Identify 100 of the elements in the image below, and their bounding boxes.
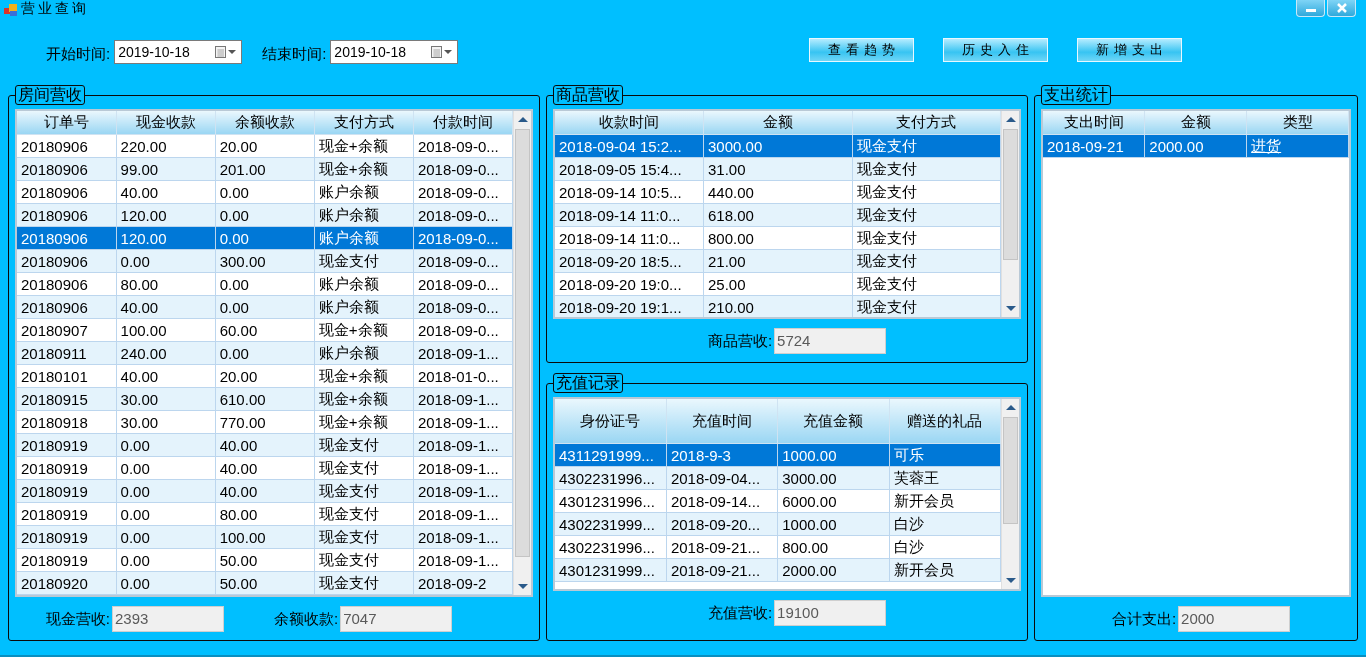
table-row[interactable]: 20180907 100.00 60.00 现金+余额 2018-09-0... <box>17 318 513 342</box>
table-row[interactable]: 2018-09-05 15:4... 31.00 现金支付 <box>555 157 1001 181</box>
summary-label: 商品营收: <box>707 331 773 351</box>
summary-field[interactable]: 19100 <box>774 600 887 626</box>
table-cell: 440.00 <box>703 180 852 204</box>
column-header[interactable]: 类型 <box>1246 111 1349 135</box>
close-button[interactable] <box>1327 0 1356 17</box>
table-row[interactable]: 20180918 30.00 770.00 现金+余额 2018-09-1... <box>17 410 513 434</box>
table-cell: 20180919 <box>17 456 117 480</box>
date-picker[interactable]: 2019-10-18 <box>330 40 459 64</box>
column-header[interactable]: 金额 <box>703 111 852 135</box>
table-link[interactable]: 进货 <box>1251 136 1282 154</box>
table-row[interactable]: 20180919 0.00 80.00 现金支付 2018-09-1... <box>17 502 513 526</box>
column-header[interactable]: 支出时间 <box>1043 111 1145 135</box>
table-row[interactable]: 20180919 0.00 50.00 现金支付 2018-09-1... <box>17 548 513 572</box>
table-row[interactable]: 2018-09-14 11:0... 618.00 现金支付 <box>555 203 1001 227</box>
table-row[interactable]: 20180911 240.00 0.00 账户余额 2018-09-1... <box>17 341 513 365</box>
table-row[interactable]: 4301231996... 2018-09-14... 6000.00 新开会员 <box>555 489 1001 513</box>
table-row[interactable]: 2018-09-20 19:0... 25.00 现金支付 <box>555 272 1001 296</box>
column-header[interactable]: 金额 <box>1144 111 1247 135</box>
summary-field[interactable]: 7047 <box>340 606 453 632</box>
table-cell: 0.00 <box>215 226 315 250</box>
scrollbar[interactable] <box>1001 399 1019 589</box>
table-cell: 2018-09-1... <box>413 502 513 526</box>
toolbar-button[interactable]: 历史入住 <box>943 38 1049 62</box>
table-cell: 20180906 <box>17 295 117 319</box>
table-row[interactable]: 2018-09-21 2000.00 进货 <box>1043 134 1349 158</box>
table-row[interactable]: 2018-09-14 11:0... 800.00 现金支付 <box>555 226 1001 250</box>
table-row[interactable]: 2018-09-20 19:1... 210.00 现金支付 <box>555 295 1001 317</box>
table-cell: 4311291999... <box>555 443 667 467</box>
table-cell: 现金支付 <box>852 157 1001 181</box>
table-cell: 21.00 <box>703 249 852 273</box>
table-row[interactable]: 4302231996... 2018-09-04... 3000.00 芙蓉王 <box>555 466 1001 490</box>
table-cell: 20180919 <box>17 525 117 549</box>
table-row[interactable]: 20180919 0.00 40.00 现金支付 2018-09-1... <box>17 456 513 480</box>
table-row[interactable]: 2018-09-04 15:2... 3000.00 现金支付 <box>555 134 1001 158</box>
table-cell: 2018-09-20 18:5... <box>555 249 704 273</box>
table-row[interactable]: 20180906 40.00 0.00 账户余额 2018-09-0... <box>17 180 513 204</box>
table-cell: 新开会员 <box>889 558 1001 582</box>
summary-label: 合计支出: <box>1111 609 1177 629</box>
column-header[interactable]: 付款时间 <box>413 111 513 135</box>
scrollbar[interactable] <box>1001 111 1019 317</box>
table-row[interactable]: 20180906 40.00 0.00 账户余额 2018-09-0... <box>17 295 513 319</box>
table-row[interactable]: 20180906 120.00 0.00 账户余额 2018-09-0... <box>17 203 513 227</box>
table-row[interactable]: 20180919 0.00 40.00 现金支付 2018-09-1... <box>17 433 513 457</box>
table-cell: 现金支付 <box>314 548 414 572</box>
table-row[interactable]: 4301231999... 2018-09-21... 2000.00 新开会员 <box>555 558 1001 582</box>
column-header[interactable]: 充值金额 <box>777 399 890 444</box>
column-header[interactable]: 赠送的礼品 <box>889 399 1001 444</box>
table-row[interactable]: 4302231996... 2018-09-21... 800.00 白沙 <box>555 535 1001 559</box>
table-cell: 618.00 <box>703 203 852 227</box>
table-row[interactable]: 20180906 120.00 0.00 账户余额 2018-09-0... <box>17 226 513 250</box>
table-cell: 50.00 <box>215 548 315 572</box>
toolbar-button[interactable]: 查看趋势 <box>809 38 915 62</box>
table-row[interactable]: 20180920 0.00 50.00 现金支付 2018-09-2 <box>17 571 513 595</box>
column-header[interactable]: 身份证号 <box>555 399 667 444</box>
summary-field[interactable]: 5724 <box>774 328 887 354</box>
table-cell: 20180101 <box>17 364 117 388</box>
toolbar-button[interactable]: 新增支出 <box>1077 38 1183 62</box>
table-row[interactable]: 2018-09-20 18:5... 21.00 现金支付 <box>555 249 1001 273</box>
table-cell: 现金支付 <box>852 295 1001 317</box>
table-row[interactable]: 20180906 220.00 20.00 现金+余额 2018-09-0... <box>17 134 513 158</box>
column-header[interactable]: 现金收款 <box>116 111 216 135</box>
table-row[interactable]: 4302231999... 2018-09-20... 1000.00 白沙 <box>555 512 1001 536</box>
table-cell: 2018-09-0... <box>413 272 513 296</box>
table-row[interactable]: 20180906 80.00 0.00 账户余额 2018-09-0... <box>17 272 513 296</box>
summary-field[interactable]: 2393 <box>112 606 224 632</box>
table-cell: 2018-09-14... <box>666 489 778 513</box>
table-row[interactable]: 20180101 40.00 20.00 现金+余额 2018-01-0... <box>17 364 513 388</box>
column-header[interactable]: 订单号 <box>17 111 117 135</box>
table-row[interactable]: 4311291999... 2018-9-3 1000.00 可乐 <box>555 443 1001 467</box>
table-row[interactable]: 20180919 0.00 40.00 现金支付 2018-09-1... <box>17 479 513 503</box>
table-cell: 20180906 <box>17 249 117 273</box>
table-cell: 2018-09-20 19:1... <box>555 295 704 317</box>
minimize-button[interactable] <box>1296 0 1325 17</box>
table-cell: 现金支付 <box>852 134 1001 158</box>
scrollbar[interactable] <box>513 111 531 595</box>
table-cell: 20180919 <box>17 502 117 526</box>
table-cell: 现金支付 <box>314 571 414 595</box>
column-header[interactable]: 支付方式 <box>852 111 1001 135</box>
table-row[interactable]: 20180906 99.00 201.00 现金+余额 2018-09-0... <box>17 157 513 181</box>
table-cell: 0.00 <box>215 295 315 319</box>
table-cell: 现金支付 <box>314 456 414 480</box>
table-row[interactable]: 20180919 0.00 100.00 现金支付 2018-09-1... <box>17 525 513 549</box>
column-header[interactable]: 支付方式 <box>314 111 414 135</box>
table-cell: 2018-09-1... <box>413 525 513 549</box>
table-cell: 25.00 <box>703 272 852 296</box>
dropdown-arrow-icon <box>228 50 237 54</box>
table-cell: 现金+余额 <box>314 157 414 181</box>
column-header[interactable]: 收款时间 <box>555 111 704 135</box>
column-header[interactable]: 余额收款 <box>215 111 315 135</box>
date-picker[interactable]: 2019-10-18 <box>114 40 243 64</box>
table-cell: 2018-09-1... <box>413 479 513 503</box>
table-cell: 现金支付 <box>314 525 414 549</box>
table-row[interactable]: 20180915 30.00 610.00 现金+余额 2018-09-1... <box>17 387 513 411</box>
table-row[interactable]: 20180906 0.00 300.00 现金支付 2018-09-0... <box>17 249 513 273</box>
table-row[interactable]: 2018-09-14 10:5... 440.00 现金支付 <box>555 180 1001 204</box>
summary-field[interactable]: 2000 <box>1178 606 1291 632</box>
column-header[interactable]: 充值时间 <box>666 399 778 444</box>
table-cell: 2018-09-0... <box>413 203 513 227</box>
